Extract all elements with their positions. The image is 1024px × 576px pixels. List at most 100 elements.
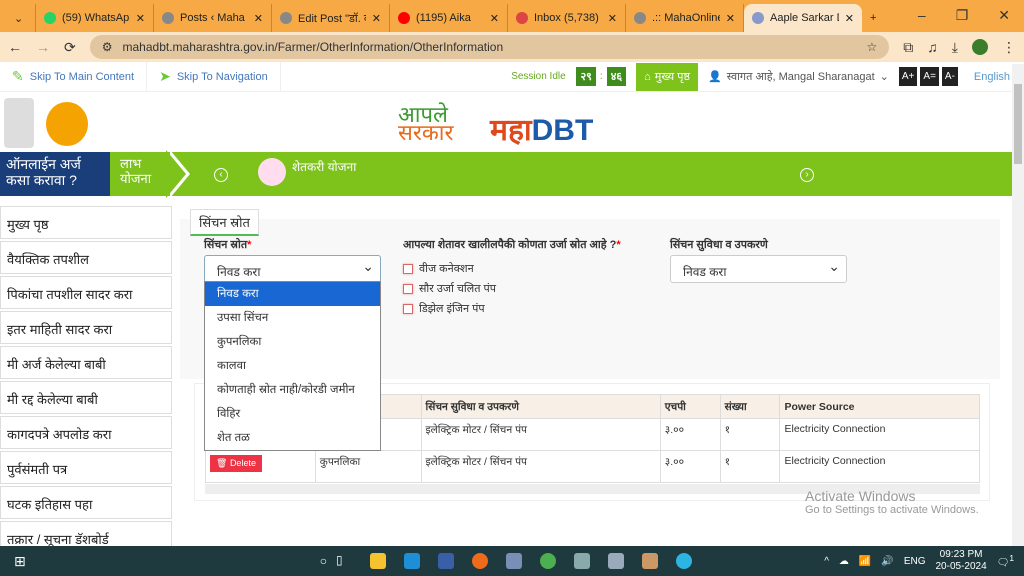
dropdown-option[interactable]: विहिर <box>205 402 380 426</box>
browser-tab[interactable]: (59) WhatsApp ✕ <box>36 4 154 32</box>
extensions-icon[interactable]: ⧉ <box>903 39 913 56</box>
aaple-sarkar-logo: आपले सरकार <box>398 104 453 144</box>
taskbar: ⊞ ○ ▯ ^ ☁ 📶 🔊 ENG 09:23 PM 20-05-2024 🗨1 <box>0 546 1024 576</box>
dropdown-option[interactable]: कोणताही स्रोत नाही/कोरडी जमीन <box>205 378 380 402</box>
clock[interactable]: 09:23 PM 20-05-2024 <box>936 549 987 573</box>
dropdown-option[interactable]: शेत तळ <box>205 426 380 450</box>
font-reset-button[interactable]: A= <box>920 67 939 86</box>
volume-icon[interactable]: 🔊 <box>881 556 893 567</box>
carousel-next-icon[interactable]: › <box>800 168 814 182</box>
dropdown-option[interactable]: कालवा <box>205 354 380 378</box>
column-header: Power Source <box>779 394 980 419</box>
source-select[interactable]: निवड करा <box>204 255 381 283</box>
app-icon[interactable] <box>505 553 522 569</box>
close-icon[interactable]: ✕ <box>998 7 1010 24</box>
url-bar[interactable]: ⚙ mahadbt.maharashtra.gov.in/Farmer/Other… <box>89 35 890 59</box>
sidebar-item[interactable]: कागदपत्रे अपलोड करा <box>0 416 172 449</box>
sidebar-item[interactable]: पुर्वसंमती पत्र <box>0 451 172 484</box>
menu-icon[interactable]: ⋮ <box>1002 39 1016 56</box>
calculator-icon[interactable] <box>607 553 624 569</box>
skip-nav-link[interactable]: ➤ Skip To Navigation <box>147 62 281 91</box>
profile-avatar[interactable] <box>972 39 988 55</box>
skip-main-link[interactable]: ✎ Skip To Main Content <box>0 62 148 91</box>
download-icon[interactable]: ⤓ <box>952 39 958 56</box>
carousel-prev-icon[interactable]: ‹ <box>214 168 228 182</box>
dropdown-option[interactable]: उपसा सिंचन <box>205 306 380 330</box>
checkbox-electricity[interactable]: वीज कनेक्शन <box>403 261 474 276</box>
sidebar-item[interactable]: मी रद्द केलेल्या बाबी <box>0 381 172 414</box>
file-explorer-icon[interactable] <box>369 553 386 569</box>
font-decrease-button[interactable]: A- <box>941 67 958 86</box>
media-icon[interactable]: ♫ <box>927 39 938 55</box>
site-info-icon[interactable]: ⚙ <box>102 40 113 54</box>
column-header: संख्या <box>719 394 781 419</box>
mahadbt-logo: महाDBT <box>490 108 593 149</box>
checkbox-diesel[interactable]: डिझेल इंजिन पंप <box>403 301 485 316</box>
favicon-icon <box>516 12 528 24</box>
browser-tab[interactable]: .:: MahaOnline L ✕ <box>626 4 744 32</box>
equipment-select[interactable]: निवड करा <box>670 255 847 283</box>
tab-close-icon[interactable]: ✕ <box>845 12 854 25</box>
sidebar-item[interactable]: वैयक्तिक तपशील <box>0 241 172 274</box>
tray-chevron-icon[interactable]: ^ <box>824 556 829 567</box>
browser-tab[interactable]: Inbox (5,738) - k ✕ <box>508 4 626 32</box>
equipment-label: सिंचन सुविधा व उपकरणे <box>670 239 768 251</box>
navigation-icon: ➤ <box>159 68 171 84</box>
vertical-scrollbar[interactable] <box>1012 64 1024 546</box>
tab-close-icon[interactable]: ✕ <box>490 12 499 25</box>
network-icon[interactable]: 📶 <box>859 556 871 567</box>
equipment-cell: इलेक्ट्रिक मोटर / सिंचन पंप <box>420 450 661 483</box>
dropdown-option[interactable]: कुपनलिका <box>205 330 380 354</box>
restore-icon[interactable]: ❐ <box>956 7 969 24</box>
sidebar-item[interactable]: इतर माहिती सादर करा <box>0 311 172 344</box>
task-view-icon[interactable]: ▯ <box>336 553 352 569</box>
weather-icon[interactable]: ☁ <box>839 556 849 567</box>
word-icon[interactable] <box>437 553 454 569</box>
url-text: mahadbt.maharashtra.gov.in/Farmer/OtherI… <box>122 40 504 54</box>
tab-title: .:: MahaOnline L <box>652 12 720 24</box>
paint-icon[interactable] <box>641 553 658 569</box>
browser-tab[interactable]: (1195) Aika ✕ <box>390 4 508 32</box>
delete-button[interactable]: 🗑 Delete <box>210 455 262 472</box>
start-icon[interactable]: ⊞ <box>14 553 26 570</box>
browser-tab[interactable]: Edit Post "डॉ. बा ✕ <box>272 4 390 32</box>
sidebar-item[interactable]: मी अर्ज केलेल्या बाबी <box>0 346 172 379</box>
forward-icon[interactable]: → <box>36 39 50 55</box>
language-indicator[interactable]: ENG <box>904 556 926 567</box>
notification-icon[interactable]: 🗨1 <box>997 553 1014 568</box>
firefox-icon[interactable] <box>471 553 488 569</box>
sidebar-item[interactable]: मुख्य पृष्ठ <box>0 206 172 239</box>
edge-icon[interactable] <box>403 553 420 569</box>
tab-close-icon[interactable]: ✕ <box>608 12 617 25</box>
tab-close-icon[interactable]: ✕ <box>136 12 145 25</box>
browser-tab[interactable]: Posts ‹ Maha Yo ✕ <box>154 4 272 32</box>
bookmark-star-icon[interactable]: ☆ <box>867 40 878 54</box>
dropdown-option[interactable]: निवड करा <box>205 282 380 306</box>
sidebar-item[interactable]: पिकांचा तपशील सादर करा <box>0 276 172 309</box>
tab-list-button[interactable]: ⌄ <box>6 4 36 32</box>
tab-close-icon[interactable]: ✕ <box>372 12 381 25</box>
app-icon[interactable] <box>573 553 590 569</box>
tab-close-icon[interactable]: ✕ <box>254 12 263 25</box>
national-emblem-logo <box>4 98 34 148</box>
font-increase-button[interactable]: A+ <box>898 67 918 86</box>
chrome-icon[interactable] <box>539 553 556 569</box>
new-tab-button[interactable]: + <box>862 4 892 32</box>
tab-close-icon[interactable]: ✕ <box>726 12 735 25</box>
home-button[interactable]: ⌂ मुख्य पृष्ठ <box>636 62 698 91</box>
source-dropdown-list: निवड करा उपसा सिंचन कुपनलिका कालवा कोणताही स… <box>204 281 381 451</box>
minimize-icon[interactable]: – <box>918 7 926 24</box>
user-icon: 👤 <box>707 71 722 83</box>
back-icon[interactable]: ← <box>8 39 22 55</box>
sidebar-item[interactable]: घटक इतिहास पहा <box>0 486 172 519</box>
how-to-apply-link[interactable]: ऑनलाईन अर्ज कसा करावा ? <box>0 152 110 196</box>
site-header: आपले सरकार महाDBT <box>0 92 1024 152</box>
checkbox-solar[interactable]: सौर उर्जा चलित पंप <box>403 281 496 296</box>
favicon-icon <box>162 12 174 24</box>
reload-icon[interactable]: ⟳ <box>64 39 76 56</box>
scheme-item[interactable]: शेतकरी योजना <box>258 152 356 196</box>
canva-icon[interactable] <box>675 553 692 569</box>
browser-tab[interactable]: Aaple Sarkar DB ✕ <box>744 4 862 32</box>
search-icon[interactable]: ○ <box>320 554 327 568</box>
user-menu[interactable]: 👤 स्वागत आहे, Mangal Sharanagat ⌄ <box>698 69 899 84</box>
